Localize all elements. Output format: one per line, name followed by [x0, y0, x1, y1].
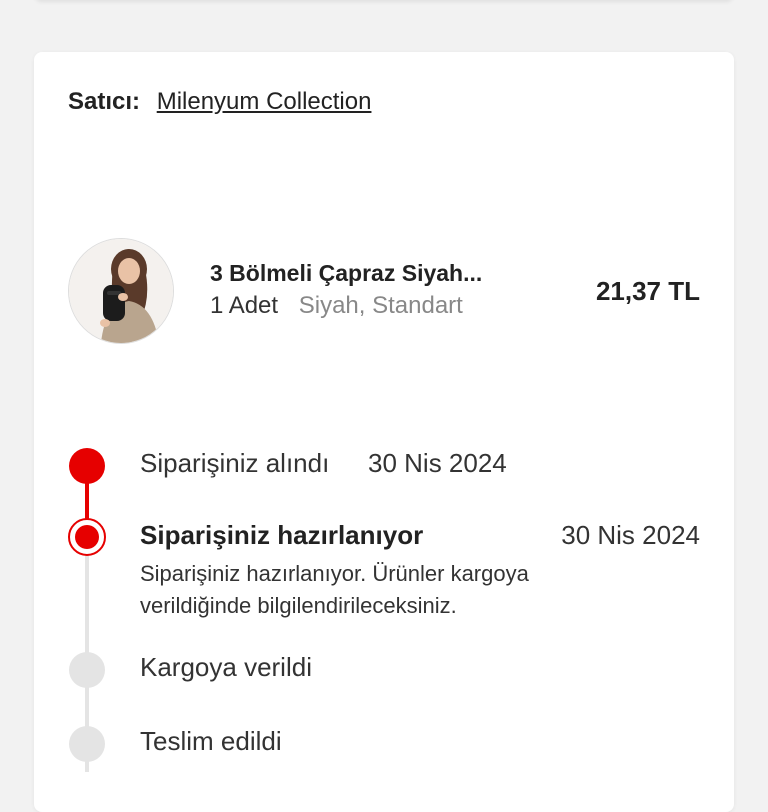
product-variant: Siyah, Standart	[298, 292, 463, 319]
step-received-title: Siparişiniz alındı	[140, 448, 330, 478]
step-preparing-title: Siparişiniz hazırlanıyor	[140, 520, 424, 550]
order-card: Satıcı: Milenyum Collection 3 Bölmeli Ça…	[34, 52, 734, 812]
step-active-dot	[68, 518, 106, 556]
product-price: 21,37 TL	[595, 276, 700, 306]
product-title[interactable]: 3 Bölmeli Çapraz Siyah...	[210, 260, 530, 287]
seller-link[interactable]: Milenyum Collection	[157, 88, 372, 115]
product-photo-icon	[69, 239, 173, 343]
step-received-date: 30 Nis 2024	[368, 448, 507, 478]
seller-label: Satıcı:	[68, 88, 141, 115]
product-meta: 1 Adet Siyah, Standart	[210, 292, 463, 320]
step-done-dot	[69, 448, 105, 484]
product-quantity: 1 Adet	[210, 292, 279, 319]
product-image[interactable]	[68, 238, 174, 344]
step-delivered-title: Teslim edildi	[140, 726, 282, 756]
step-shipped-title: Kargoya verildi	[140, 652, 312, 682]
step-preparing-date: 30 Nis 2024	[561, 520, 700, 550]
step-preparing-description: Siparişiniz hazırlanıyor. Ürünler kargoy…	[140, 561, 529, 618]
seller-row: Satıcı: Milenyum Collection	[68, 88, 371, 116]
step-pending-dot	[69, 726, 105, 762]
step-pending-dot	[69, 652, 105, 688]
